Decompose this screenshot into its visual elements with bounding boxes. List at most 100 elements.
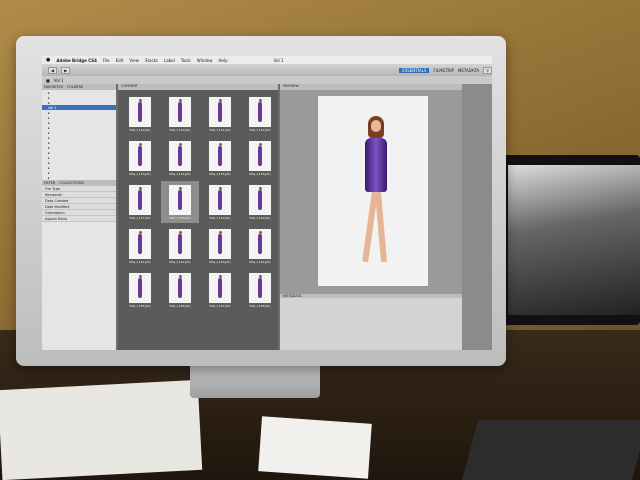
thumbnail-item[interactable]: IMG_1159.JPG [201,181,239,223]
folder-tree: ▸ ▸ ▸ Vol 1 ▸ ▸ ▸ ▸ ▸ ▸ ▸ ▸ ▸ ▸ ▸ ▸ ▸ ▸ [42,90,116,180]
thumbnail-item[interactable]: IMG_1154.JPG [161,137,199,179]
thumbnail-caption: IMG_1149.JPG [129,127,151,132]
thumbnail-image [169,184,191,215]
thumb-figure [218,189,222,210]
keyboard [461,420,640,480]
content-panel: CONTENT IMG_1149.JPG IMG_1150.JPG IMG_1151… [118,84,278,350]
second-monitor [500,155,640,325]
thumbnail-caption: IMG_1152.JPG [249,127,271,132]
thumbnail-item[interactable]: IMG_1160.JPG [241,181,279,223]
thumbnail-item[interactable]: IMG_1158.JPG [161,181,199,223]
thumbnail-caption: IMG_1163.JPG [209,259,231,264]
menu-tools[interactable]: Tools [181,58,191,63]
filter-aspect-ratio[interactable]: Aspect Ratio [42,216,116,222]
thumbnail-caption: IMG_1167.JPG [209,303,231,308]
thumb-figure [258,277,262,298]
thumbnail-item[interactable]: IMG_1150.JPG [161,93,199,135]
menu-stacks[interactable]: Stacks [145,58,158,63]
path-segment[interactable]: Vol 1 [54,78,64,83]
workspace-metadata-button[interactable]: METADATA [458,68,479,73]
thumbnail-image [249,228,271,259]
thumbnail-item[interactable]: IMG_1162.JPG [161,225,199,267]
thumbnail-item[interactable]: IMG_1168.JPG [241,269,279,311]
thumbnail-item[interactable]: IMG_1157.JPG [121,181,159,223]
thumbnail-image [169,140,191,171]
thumbnail-image [249,272,271,303]
thumbnail-caption: IMG_1162.JPG [169,259,191,264]
tab-collections[interactable]: COLLECTIONS [57,180,86,186]
thumbnail-item[interactable]: IMG_1152.JPG [241,93,279,135]
model-face [371,120,381,132]
thumbnail-image [129,96,151,127]
thumbnail-item[interactable]: IMG_1151.JPG [201,93,239,135]
thumbnail-item[interactable]: IMG_1156.JPG [241,137,279,179]
thumbnail-caption: IMG_1164.JPG [249,259,271,264]
workspace-essentials-button[interactable]: ESSENTIALS [399,67,430,73]
thumbnail-image [209,228,231,259]
window-title: Vol 1 [273,57,284,63]
menu-edit[interactable]: Edit [116,58,124,63]
thumb-figure [258,101,262,122]
tab-favorites[interactable]: FAVORITES [42,84,65,90]
thumbnail-image [209,272,231,303]
thumbnail-caption: IMG_1150.JPG [169,127,191,132]
thumb-figure [138,101,142,122]
thumbnail-item[interactable]: IMG_1163.JPG [201,225,239,267]
thumbnail-image [169,228,191,259]
thumb-figure [178,189,182,210]
thumb-figure [138,145,142,166]
thumbnail-item[interactable]: IMG_1165.JPG [121,269,159,311]
menu-help[interactable]: Help [219,58,228,63]
model-figure [356,116,396,276]
thumbnail-item[interactable]: IMG_1166.JPG [161,269,199,311]
thumbnail-item[interactable]: IMG_1155.JPG [201,137,239,179]
thumbnail-item[interactable]: IMG_1164.JPG [241,225,279,267]
thumb-figure [258,189,262,210]
workspace-filmstrip-button[interactable]: FILMSTRIP [433,68,454,73]
menu-view[interactable]: View [129,58,139,63]
thumbnail-image [129,228,151,259]
thumbnail-caption: IMG_1159.JPG [209,215,231,220]
thumbnail-caption: IMG_1155.JPG [209,171,231,176]
apple-icon[interactable]: ● [46,57,50,63]
thumbnail-item[interactable]: IMG_1149.JPG [121,93,159,135]
thumb-figure [218,145,222,166]
thumbnail-item[interactable]: IMG_1167.JPG [201,269,239,311]
back-button[interactable]: ◀ [48,66,58,74]
thumbnail-image [209,140,231,171]
thumb-figure [178,145,182,166]
thumb-figure [138,189,142,210]
thumb-figure [178,277,182,298]
thumb-figure [218,277,222,298]
menu-label[interactable]: Label [164,58,175,63]
thumb-figure [178,233,182,254]
menu-file[interactable]: File [103,58,110,63]
thumbnail-item[interactable]: IMG_1161.JPG [121,225,159,267]
thumbnail-image [169,96,191,127]
search-icon[interactable]: ⚲ [483,66,492,74]
preview-photo [318,96,428,286]
second-monitor-screen [508,165,640,315]
path-bar: ■ Vol 1 [42,76,492,84]
thumbnail-image [209,184,231,215]
metadata-panel: METADATA [280,294,462,350]
thumbnail-image [129,184,151,215]
paper-sheet [258,416,372,479]
tab-filter[interactable]: FILTER [42,180,57,186]
preview-header: PREVIEW [280,84,462,90]
preview-panel: PREVIEW [280,84,462,294]
folder-icon[interactable]: ■ [46,78,50,83]
thumbnail-item[interactable]: IMG_1153.JPG [121,137,159,179]
menu-bar: ● Adobe Bridge CS4 File Edit View Stacks… [42,56,492,64]
thumbnail-caption: IMG_1157.JPG [129,215,151,220]
forward-button[interactable]: ▶ [61,66,71,74]
thumbnail-caption: IMG_1151.JPG [209,127,231,132]
status-bar [42,350,492,356]
filter-list: File Type Keywords Date Created Date Mod… [42,186,116,222]
app-name[interactable]: Adobe Bridge CS4 [56,58,97,63]
toolbar: ◀ ▶ ESSENTIALS FILMSTRIP METADATA ⚲ [42,64,492,76]
thumbnail-image [249,140,271,171]
tab-folders[interactable]: FOLDERS [65,84,85,90]
menu-window[interactable]: Window [197,58,213,63]
thumbnail-caption: IMG_1161.JPG [129,259,151,264]
